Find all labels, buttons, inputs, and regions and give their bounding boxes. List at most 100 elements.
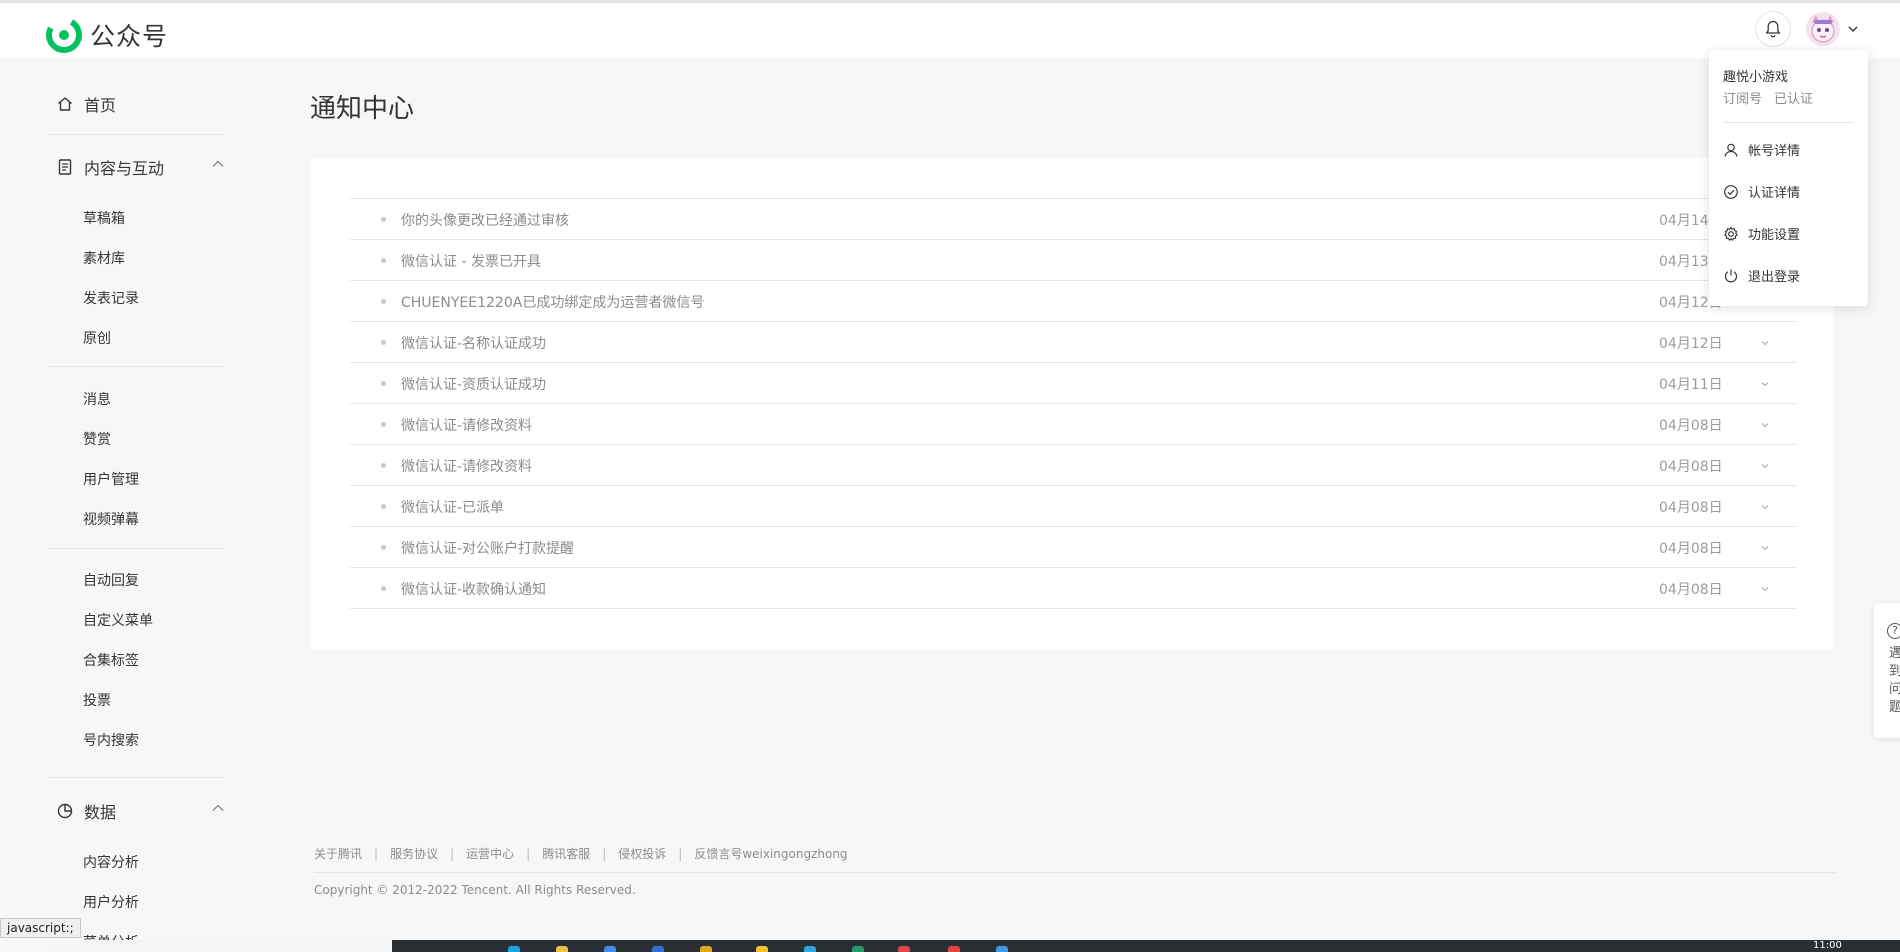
footer-link[interactable]: 运营中心 <box>466 845 514 862</box>
notification-row[interactable]: 微信认证-请修改资料 04月08日 <box>350 445 1796 486</box>
account-name: 趣悦小游戏 <box>1723 70 1789 85</box>
avatar-image <box>1806 12 1840 46</box>
sidebar-item-drafts[interactable]: 草稿箱 <box>83 208 125 228</box>
notification-row[interactable]: 微信认证-收款确认通知 04月08日 <box>350 568 1796 609</box>
taskbar-app-icon[interactable] <box>556 946 568 952</box>
sidebar-section-data[interactable]: 数据 <box>56 799 226 823</box>
sidebar-item-publish-records[interactable]: 发表记录 <box>83 288 139 308</box>
notification-title[interactable]: 微信认证-已派单 <box>401 497 504 517</box>
check-circle-icon <box>1724 184 1738 199</box>
chevron-down-icon[interactable] <box>1760 339 1770 347</box>
help-text: 遇到问题 <box>1889 646 1900 715</box>
chevron-down-icon[interactable] <box>1760 544 1770 552</box>
chart-icon <box>56 802 74 820</box>
taskbar-app-icon[interactable] <box>852 946 864 952</box>
bullet-dot <box>381 504 386 509</box>
sidebar-divider <box>48 777 224 778</box>
help-widget[interactable]: ? 遇到问题 <box>1874 603 1900 738</box>
logo[interactable]: 公众号 <box>46 17 168 53</box>
logout-menu-item[interactable]: 退出登录 <box>1723 266 1800 285</box>
footer-link[interactable]: 腾讯客服 <box>542 845 590 862</box>
copyright: Copyright © 2012-2022 Tencent. All Right… <box>314 883 636 897</box>
footer-separator: | <box>374 846 379 861</box>
sidebar-item-content-analysis[interactable]: 内容分析 <box>83 852 139 872</box>
sidebar-divider <box>48 134 224 135</box>
sidebar-item-collection-tags[interactable]: 合集标签 <box>83 650 139 670</box>
question-icon: ? <box>1887 623 1900 639</box>
notification-date: 04月11日 <box>1659 377 1723 393</box>
notification-row[interactable]: 微信认证 - 发票已开具 04月13日 <box>350 240 1796 281</box>
bullet-dot <box>381 217 386 222</box>
dropdown-divider <box>1723 122 1854 123</box>
notification-row[interactable]: 微信认证-资质认证成功 04月11日 <box>350 363 1796 404</box>
chevron-down-icon[interactable] <box>1760 380 1770 388</box>
notification-row[interactable]: CHUENYEE1220A已成功绑定成为运营者微信号 04月12日 <box>350 281 1796 322</box>
taskbar-app-icon[interactable] <box>996 946 1008 952</box>
notification-row[interactable]: 微信认证-已派单 04月08日 <box>350 486 1796 527</box>
notification-date: 04月08日 <box>1659 418 1723 434</box>
footer-link[interactable]: 服务协议 <box>390 845 438 862</box>
sidebar-item-user-management[interactable]: 用户管理 <box>83 469 139 489</box>
account-meta: 订阅号 已认证 <box>1723 88 1813 107</box>
sidebar-item-video-danmaku[interactable]: 视频弹幕 <box>83 509 139 529</box>
chevron-down-icon[interactable] <box>1760 421 1770 429</box>
sidebar-item-original[interactable]: 原创 <box>83 328 111 348</box>
sidebar-section-content[interactable]: 内容与互动 <box>56 155 226 179</box>
notification-bell-button[interactable] <box>1755 11 1791 47</box>
app-name: 公众号 <box>90 22 169 51</box>
taskbar-app-icon[interactable] <box>508 946 520 952</box>
sidebar-item-messages[interactable]: 消息 <box>83 389 111 409</box>
sidebar-item-label: 首页 <box>84 96 117 115</box>
sidebar-item-home[interactable]: 首页 <box>56 92 226 116</box>
taskbar-app-icon[interactable] <box>652 946 664 952</box>
sidebar-item-custom-menu[interactable]: 自定义菜单 <box>83 610 153 630</box>
notification-title[interactable]: 微信认证-请修改资料 <box>401 415 532 435</box>
notification-title[interactable]: 你的头像更改已经通过审核 <box>401 210 569 230</box>
notification-title[interactable]: 微信认证-名称认证成功 <box>401 333 546 353</box>
footer-link[interactable]: 关于腾讯 <box>314 845 362 862</box>
taskbar-app-icon[interactable] <box>756 946 768 952</box>
feature-settings-menu-item[interactable]: 功能设置 <box>1723 224 1800 243</box>
notification-date: 04月08日 <box>1659 541 1723 557</box>
footer-link[interactable]: 侵权投诉 <box>618 845 666 862</box>
notification-row[interactable]: 微信认证-名称认证成功 04月12日 <box>350 322 1796 363</box>
notification-title[interactable]: 微信认证-收款确认通知 <box>401 579 546 599</box>
notification-title[interactable]: CHUENYEE1220A已成功绑定成为运营者微信号 <box>401 292 704 312</box>
taskbar-search-area[interactable] <box>48 940 392 952</box>
notification-title[interactable]: 微信认证 - 发票已开具 <box>401 251 541 271</box>
avatar[interactable] <box>1806 12 1840 46</box>
sidebar-item-auto-reply[interactable]: 自动回复 <box>83 570 139 590</box>
chevron-down-icon[interactable] <box>1760 585 1770 593</box>
footer-link[interactable]: 反馈言号weixingongzhong <box>694 845 847 862</box>
taskbar-app-icon[interactable] <box>898 946 910 952</box>
bullet-dot <box>381 299 386 304</box>
notification-row[interactable]: 你的头像更改已经通过审核 04月14日 <box>350 199 1796 240</box>
notification-title[interactable]: 微信认证-请修改资料 <box>401 456 532 476</box>
sidebar-item-user-analysis[interactable]: 用户分析 <box>83 892 139 912</box>
notification-panel: 你的头像更改已经通过审核 04月14日 微信认证 - 发票已开具 04月13日 CHUE… <box>310 158 1834 650</box>
footer-links: 关于腾讯 | 服务协议 | 运营中心 | 腾讯客服 | 侵权投诉 | 反馈言号weixingongz… <box>314 845 848 862</box>
taskbar-app-icon[interactable] <box>604 946 616 952</box>
sidebar-item-rewards[interactable]: 赞赏 <box>83 429 111 449</box>
taskbar-app-icon[interactable] <box>700 946 712 952</box>
sidebar-item-in-account-search[interactable]: 号内搜索 <box>83 730 139 750</box>
notification-title[interactable]: 微信认证-资质认证成功 <box>401 374 546 394</box>
notification-row[interactable]: 微信认证-请修改资料 04月08日 <box>350 404 1796 445</box>
notification-title[interactable]: 微信认证-对公账户打款提醒 <box>401 538 574 558</box>
chevron-down-icon[interactable] <box>1846 23 1860 35</box>
verification-details-menu-item[interactable]: 认证详情 <box>1723 182 1800 201</box>
account-details-menu-item[interactable]: 帐号详情 <box>1723 140 1800 159</box>
browser-status-bar: javascript:; <box>0 918 81 938</box>
notification-row[interactable]: 微信认证-对公账户打款提醒 04月08日 <box>350 527 1796 568</box>
taskbar-app-icon[interactable] <box>804 946 816 952</box>
document-icon <box>56 158 74 176</box>
sidebar-item-materials[interactable]: 素材库 <box>83 248 125 268</box>
taskbar-app-icon[interactable] <box>948 946 960 952</box>
chevron-down-icon[interactable] <box>1760 462 1770 470</box>
page-title: 通知中心 <box>310 94 415 124</box>
menu-item-label: 帐号详情 <box>1748 144 1801 159</box>
bullet-dot <box>381 258 386 263</box>
chevron-down-icon[interactable] <box>1760 503 1770 511</box>
bullet-dot <box>381 381 386 386</box>
sidebar-item-vote[interactable]: 投票 <box>83 690 111 710</box>
